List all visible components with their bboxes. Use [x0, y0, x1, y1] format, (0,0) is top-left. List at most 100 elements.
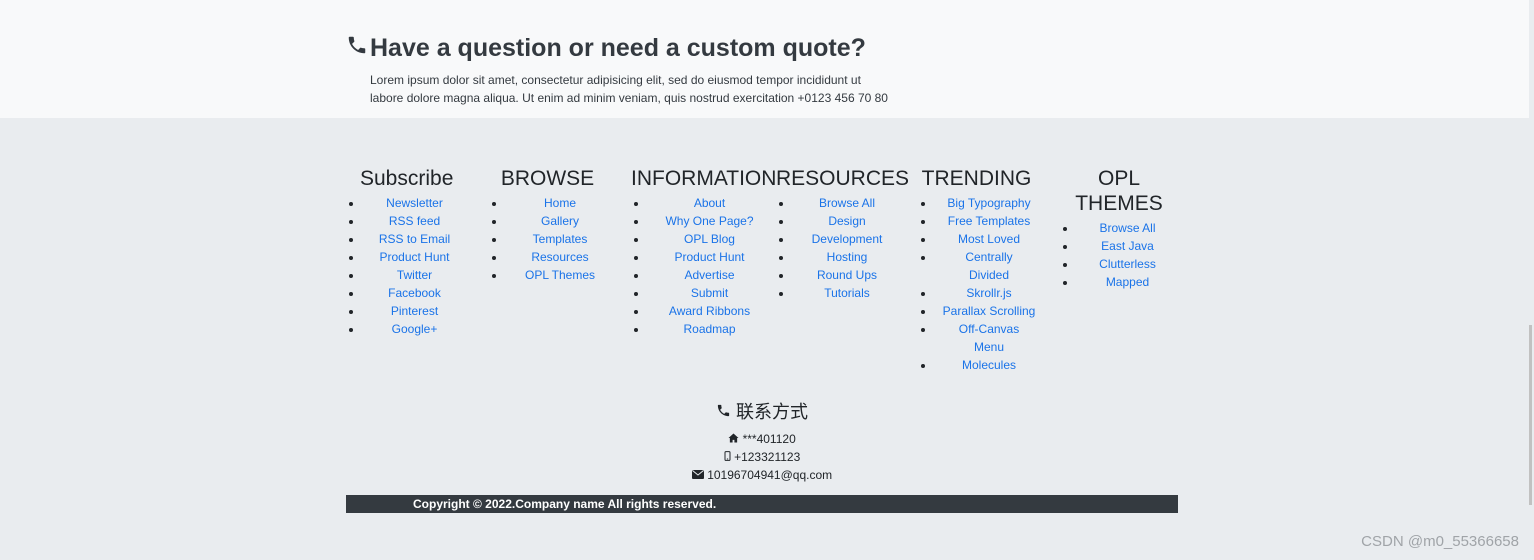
list-item: Design — [793, 212, 901, 230]
footer-col-subscribe: Subscribe Newsletter RSS feed RSS to Ema… — [346, 166, 466, 338]
mobile-icon — [724, 448, 731, 466]
list-item: Facebook — [363, 284, 466, 302]
link-gallery[interactable]: Gallery — [506, 212, 614, 230]
col-title-resources: RESOURCES — [776, 167, 910, 190]
col-title-information: INFORMATION — [631, 167, 777, 190]
link-advertise[interactable]: Advertise — [648, 266, 771, 284]
link-browse-all-resources[interactable]: Browse All — [793, 194, 901, 212]
link-submit[interactable]: Submit — [648, 284, 771, 302]
information-list: About Why One Page? OPL Blog Product Hun… — [631, 194, 771, 338]
trending-list: Big Typography Free Templates Most Loved… — [918, 194, 1043, 374]
list-item: Skrollr.js — [935, 284, 1043, 302]
list-item: Off-Canvas Menu — [935, 320, 1043, 356]
link-templates[interactable]: Templates — [506, 230, 614, 248]
list-item: Browse All — [1077, 219, 1178, 237]
link-award-ribbons[interactable]: Award Ribbons — [648, 302, 771, 320]
list-item: Round Ups — [793, 266, 901, 284]
quote-text-line1: Lorem ipsum dolor sit amet, consectetur … — [370, 73, 861, 87]
footer-col-browse: BROWSE Home Gallery Templates Resources … — [489, 166, 614, 284]
phone-icon — [716, 402, 731, 423]
list-item: Submit — [648, 284, 771, 302]
list-item: Tutorials — [793, 284, 901, 302]
link-skrollr[interactable]: Skrollr.js — [935, 284, 1043, 302]
link-facebook[interactable]: Facebook — [363, 284, 466, 302]
quote-text-line2: labore dolore magna aliqua. Ut enim ad m… — [370, 91, 888, 105]
link-parallax-scrolling[interactable]: Parallax Scrolling — [935, 302, 1043, 320]
list-item: Resources — [506, 248, 614, 266]
contact-title: 联系方式 — [736, 402, 808, 422]
phone-icon — [346, 34, 368, 63]
list-item: Templates — [506, 230, 614, 248]
link-tutorials[interactable]: Tutorials — [793, 284, 901, 302]
list-item: Development — [793, 230, 901, 248]
list-item: Molecules — [935, 356, 1043, 374]
link-development[interactable]: Development — [793, 230, 901, 248]
link-product-hunt-info[interactable]: Product Hunt — [648, 248, 771, 266]
link-rss-to-email[interactable]: RSS to Email — [363, 230, 466, 248]
list-item: Product Hunt — [363, 248, 466, 266]
quote-heading: Have a question or need a custom quote? — [346, 34, 866, 63]
contact-phone-text: +123321123 — [734, 450, 801, 464]
list-item: Why One Page? — [648, 212, 771, 230]
link-browse-all-themes[interactable]: Browse All — [1077, 219, 1178, 237]
link-hosting[interactable]: Hosting — [793, 248, 901, 266]
list-item: Pinterest — [363, 302, 466, 320]
link-round-ups[interactable]: Round Ups — [793, 266, 901, 284]
link-pinterest[interactable]: Pinterest — [363, 302, 466, 320]
list-item: Roadmap — [648, 320, 771, 338]
list-item: Product Hunt — [648, 248, 771, 266]
watermark: CSDN @m0_55366658 — [1361, 533, 1519, 550]
list-item: Parallax Scrolling — [935, 302, 1043, 320]
opl-themes-list: Browse All East Java Clutterless Mapped — [1060, 219, 1178, 291]
link-home[interactable]: Home — [506, 194, 614, 212]
footer-columns: Subscribe Newsletter RSS feed RSS to Ema… — [346, 166, 1178, 391]
link-why-one-page[interactable]: Why One Page? — [648, 212, 771, 230]
contact-email-text: 10196704941@qq.com — [707, 468, 833, 482]
list-item: Centrally Divided — [935, 248, 1043, 284]
home-icon — [728, 430, 739, 448]
link-molecules[interactable]: Molecules — [935, 356, 1043, 374]
quote-title: Have a question or need a custom quote? — [370, 34, 866, 62]
link-off-canvas-menu[interactable]: Off-Canvas Menu — [935, 320, 1043, 356]
link-big-typography[interactable]: Big Typography — [935, 194, 1043, 212]
list-item: Browse All — [793, 194, 901, 212]
envelope-icon — [691, 466, 704, 484]
footer-col-trending: TRENDING Big Typography Free Templates M… — [918, 166, 1043, 374]
link-newsletter[interactable]: Newsletter — [363, 194, 466, 212]
contact-section: 联系方式 ***401120 +123321123 10196704941@qq… — [346, 398, 1178, 484]
link-free-templates[interactable]: Free Templates — [935, 212, 1043, 230]
list-item: RSS to Email — [363, 230, 466, 248]
contact-heading: 联系方式 — [346, 398, 1178, 424]
copyright-text: Copyright © 2022.Company name All rights… — [413, 497, 717, 511]
link-google-plus[interactable]: Google+ — [363, 320, 466, 338]
link-most-loved[interactable]: Most Loved — [935, 230, 1043, 248]
link-resources[interactable]: Resources — [506, 248, 614, 266]
link-clutterless[interactable]: Clutterless — [1077, 255, 1178, 273]
link-twitter[interactable]: Twitter — [363, 266, 466, 284]
footer-col-information: INFORMATION About Why One Page? OPL Blog… — [631, 166, 777, 338]
resources-list: Browse All Design Development Hosting Ro… — [776, 194, 901, 302]
link-roadmap[interactable]: Roadmap — [648, 320, 771, 338]
link-opl-themes[interactable]: OPL Themes — [506, 266, 614, 284]
col-title-browse: BROWSE — [500, 167, 595, 190]
link-rss-feed[interactable]: RSS feed — [363, 212, 466, 230]
link-centrally-divided[interactable]: Centrally Divided — [935, 248, 1043, 284]
scrollbar-thumb[interactable] — [1529, 325, 1532, 505]
list-item: Google+ — [363, 320, 466, 338]
list-item: About — [648, 194, 771, 212]
link-mapped[interactable]: Mapped — [1077, 273, 1178, 291]
link-about[interactable]: About — [648, 194, 771, 212]
list-item: Award Ribbons — [648, 302, 771, 320]
link-east-java[interactable]: East Java — [1077, 237, 1178, 255]
subscribe-list: Newsletter RSS feed RSS to Email Product… — [346, 194, 466, 338]
list-item: Mapped — [1077, 273, 1178, 291]
list-item: OPL Themes — [506, 266, 614, 284]
link-opl-blog[interactable]: OPL Blog — [648, 230, 771, 248]
col-title-opl-themes: OPL THEMES — [1075, 167, 1163, 215]
link-design[interactable]: Design — [793, 212, 901, 230]
list-item: Advertise — [648, 266, 771, 284]
list-item: OPL Blog — [648, 230, 771, 248]
link-product-hunt[interactable]: Product Hunt — [363, 248, 466, 266]
list-item: Twitter — [363, 266, 466, 284]
list-item: Free Templates — [935, 212, 1043, 230]
